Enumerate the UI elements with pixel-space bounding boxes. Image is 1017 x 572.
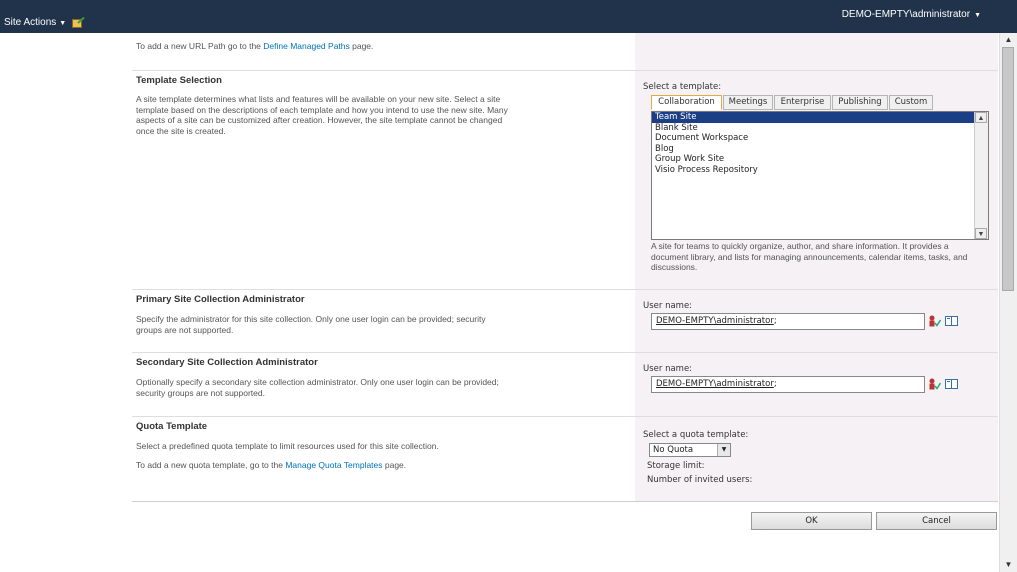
tab-collaboration[interactable]: Collaboration — [651, 95, 722, 110]
scrollbar-thumb[interactable] — [1002, 47, 1014, 291]
secondary-admin-title: Secondary Site Collection Administrator — [136, 357, 318, 368]
chevron-down-icon: ▼ — [974, 12, 981, 19]
template-option-team-site[interactable]: Team Site — [652, 112, 974, 123]
tab-enterprise[interactable]: Enterprise — [774, 95, 831, 110]
form-divider — [132, 501, 998, 502]
quota-link-note: To add a new quota template, go to the M… — [136, 460, 556, 471]
quota-template-title: Quota Template — [136, 421, 208, 432]
storage-limit-label: Storage limit: — [647, 461, 705, 471]
edit-page-icon[interactable] — [72, 17, 85, 28]
template-option-group-work-site[interactable]: Group Work Site — [652, 154, 974, 165]
primary-admin-description: Specify the administrator for this site … — [136, 314, 486, 335]
template-selection-description: A site template determines what lists an… — [136, 94, 508, 136]
url-path-note: To add a new URL Path go to the Define M… — [136, 41, 616, 52]
quota-template-section: Quota Template Select a predefined quota… — [132, 416, 998, 502]
browse-directory-icon[interactable] — [945, 315, 958, 327]
check-names-icon[interactable] — [928, 315, 941, 327]
template-option-blank-site[interactable]: Blank Site — [652, 123, 974, 134]
check-names-icon[interactable] — [928, 378, 941, 390]
secondary-admin-value: DEMO-EMPTY\administrator — [656, 379, 774, 389]
form-content: To add a new URL Path go to the Define M… — [0, 33, 1000, 572]
scroll-up-arrow-icon[interactable]: ▲ — [975, 112, 987, 123]
browse-directory-icon[interactable] — [945, 378, 958, 390]
site-actions-label: Site Actions — [4, 17, 57, 28]
primary-admin-value: DEMO-EMPTY\administrator — [656, 316, 774, 326]
quota-description: Select a predefined quota template to li… — [136, 441, 439, 451]
manage-quota-templates-link[interactable]: Manage Quota Templates — [285, 460, 382, 470]
template-option-blog[interactable]: Blog — [652, 144, 974, 155]
site-actions-menu[interactable]: Site Actions ▼ — [4, 17, 66, 28]
top-ribbon-bar: Site Actions ▼ DEMO-EMPTY\administrator ▼ — [0, 0, 1017, 33]
tab-publishing[interactable]: Publishing — [832, 95, 888, 110]
select-template-label: Select a template: — [643, 82, 722, 92]
template-description: A site for teams to quickly organize, au… — [651, 241, 968, 272]
primary-admin-input[interactable]: DEMO-EMPTY\administrator; — [651, 313, 925, 330]
scroll-up-arrow-icon[interactable]: ▲ — [1000, 33, 1017, 47]
quota-link-suffix: page. — [382, 460, 407, 470]
chevron-down-icon: ▼ — [59, 20, 67, 27]
secondary-admin-separator: ; — [773, 379, 777, 389]
page-scrollbar[interactable]: ▲ ▼ — [999, 33, 1017, 572]
template-listbox[interactable]: Team Site Blank Site Document Workspace … — [651, 111, 989, 240]
primary-user-label: User name: — [643, 301, 693, 311]
quota-link-prefix: To add a new quota template, go to the — [136, 460, 286, 470]
secondary-admin-description: Optionally specify a secondary site coll… — [136, 377, 499, 398]
define-managed-paths-link[interactable]: Define Managed Paths — [263, 41, 349, 51]
scroll-down-arrow-icon[interactable]: ▼ — [1000, 558, 1017, 572]
user-name-label: DEMO-EMPTY\administrator — [841, 9, 971, 20]
url-path-prefix: To add a new URL Path go to the — [136, 41, 264, 51]
chevron-down-icon: ▼ — [717, 444, 730, 456]
secondary-user-label: User name: — [643, 364, 693, 374]
quota-selected-value: No Quota — [653, 445, 694, 455]
tab-custom[interactable]: Custom — [889, 95, 933, 110]
primary-admin-separator: ; — [773, 316, 777, 326]
template-list-scrollbar[interactable]: ▲ ▼ — [974, 112, 988, 239]
template-selection-title: Template Selection — [136, 75, 222, 86]
quota-select-label: Select a quota template: — [643, 430, 749, 440]
template-option-document-workspace[interactable]: Document Workspace — [652, 133, 974, 144]
cancel-button[interactable]: Cancel — [876, 512, 997, 530]
tab-meetings[interactable]: Meetings — [723, 95, 773, 110]
user-menu[interactable]: DEMO-EMPTY\administrator ▼ — [842, 9, 981, 20]
url-path-suffix: page. — [349, 41, 374, 51]
ok-button[interactable]: OK — [751, 512, 872, 530]
secondary-admin-input[interactable]: DEMO-EMPTY\administrator; — [651, 376, 925, 393]
scroll-down-arrow-icon[interactable]: ▼ — [975, 228, 987, 239]
invited-users-label: Number of invited users: — [647, 475, 753, 485]
quota-template-select[interactable]: No Quota ▼ — [649, 443, 731, 457]
template-option-visio-process-repository[interactable]: Visio Process Repository — [652, 165, 974, 176]
primary-admin-title: Primary Site Collection Administrator — [136, 294, 305, 305]
